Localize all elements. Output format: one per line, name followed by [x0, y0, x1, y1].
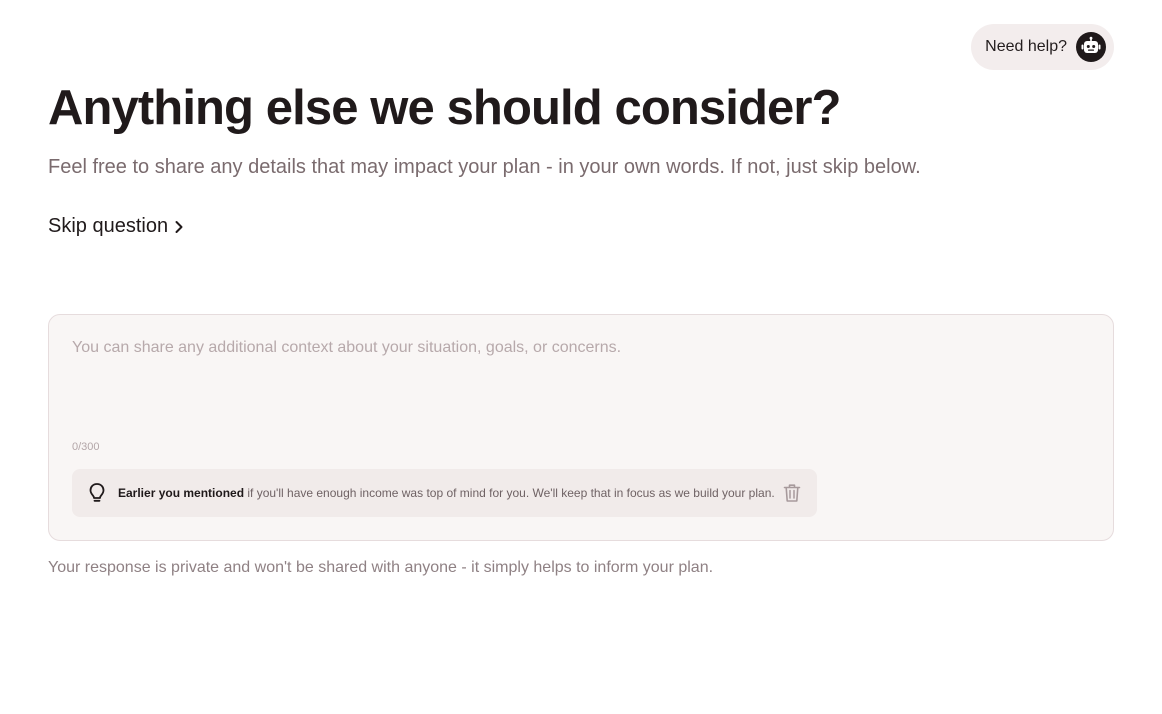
earlier-mention-banner: Earlier you mentioned if you'll have eno… — [72, 469, 817, 517]
response-card: 0/300 Earlier you mentioned if you'll ha… — [48, 314, 1114, 541]
lightbulb-icon — [88, 482, 106, 504]
skip-question-label: Skip question — [48, 215, 169, 237]
response-textarea[interactable] — [72, 339, 1082, 429]
page-title: Anything else we should consider? — [48, 81, 841, 135]
page-subtitle: Feel free to share any details that may … — [48, 156, 921, 178]
need-help-button[interactable]: Need help? — [971, 24, 1114, 70]
mention-text: Earlier you mentioned if you'll have eno… — [118, 486, 781, 500]
robot-icon — [1076, 32, 1106, 62]
mention-prefix: Earlier you mentioned — [118, 486, 245, 500]
skip-question-link[interactable]: Skip question — [48, 215, 184, 238]
trash-icon[interactable] — [781, 482, 803, 504]
character-counter: 0/300 — [72, 441, 100, 453]
need-help-label: Need help? — [985, 38, 1067, 55]
chevron-right-icon — [174, 220, 184, 234]
mention-body: if you'll have enough income was top of … — [247, 486, 775, 500]
page: Need help? Anything else we should consi… — [0, 0, 1162, 714]
privacy-note: Your response is private and won't be sh… — [48, 559, 714, 576]
